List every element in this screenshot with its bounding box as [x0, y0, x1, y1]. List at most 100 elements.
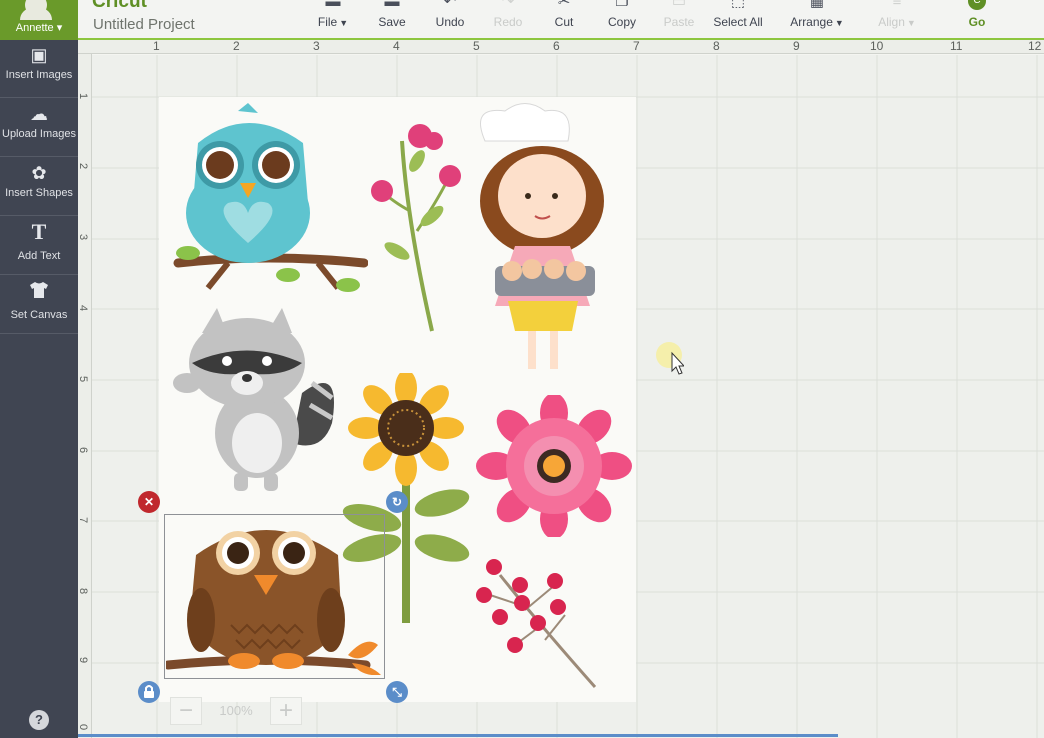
redo-label: Redo	[493, 15, 523, 29]
raccoon-image[interactable]	[172, 303, 347, 493]
user-name: Annette ▾	[15, 22, 63, 34]
chef-girl-with-cupcakes-image[interactable]	[460, 101, 620, 376]
top-toolbar: Annette ▾ Cricut Untitled Project ▬ File…	[0, 0, 1044, 40]
horizontal-ruler: 1 2 3 4 5 6 7 8 9 10 11 12	[78, 39, 1044, 54]
ruler-mark: 4	[77, 304, 90, 312]
ruler-mark: 10	[870, 39, 884, 53]
ruler-mark: 9	[77, 656, 90, 664]
ruler-mark: 8	[713, 39, 720, 53]
lock-icon[interactable]	[138, 681, 160, 703]
ruler-mark: 5	[77, 375, 90, 383]
help-icon[interactable]: ?	[29, 710, 49, 730]
vertical-ruler: 1 2 3 4 5 6 7 8 9 0	[77, 54, 92, 738]
ruler-mark: 6	[77, 446, 90, 454]
file-icon: ▬	[325, 0, 341, 10]
design-canvas[interactable]: ✕ ↻ ⤡	[92, 55, 1044, 738]
redo-button[interactable]: ↷ Redo	[488, 0, 528, 38]
redo-icon: ↷	[501, 0, 515, 10]
bottom-scrollbar[interactable]	[78, 734, 838, 737]
arrange-icon: ▦	[809, 0, 825, 10]
ruler-mark: 12	[1028, 39, 1042, 53]
set-canvas-button[interactable]: Set Canvas	[0, 276, 78, 334]
ruler-mark: 3	[313, 39, 320, 53]
zoom-out-button[interactable]: −	[170, 697, 202, 725]
copy-label: Copy	[607, 15, 636, 29]
insert-images-button[interactable]: ▣ Insert Images	[0, 40, 78, 98]
cut-label: Cut	[554, 15, 574, 29]
shapes-icon: ✿	[31, 163, 47, 183]
zoom-level: 100%	[219, 703, 253, 718]
zoom-in-button[interactable]: +	[270, 697, 302, 725]
align-menu-button[interactable]: ≡ Align ▼	[872, 0, 922, 38]
insert-shapes-label: Insert Shapes	[5, 187, 73, 199]
align-label: Align	[878, 15, 905, 29]
ruler-mark: 0	[77, 723, 90, 731]
ruler-mark: 2	[77, 162, 90, 170]
brand-logo: Cricut	[92, 0, 147, 12]
upload-images-label: Upload Images	[2, 128, 76, 140]
arrange-label: Arrange	[790, 15, 833, 29]
undo-button[interactable]: ↶ Undo	[430, 0, 470, 38]
insert-images-label: Insert Images	[5, 69, 73, 81]
undo-icon: ↶	[443, 0, 457, 10]
ruler-mark: 2	[233, 39, 240, 53]
scissors-icon: ✂	[557, 0, 571, 10]
go-label: Go	[968, 15, 986, 29]
insert-shapes-button[interactable]: ✿ Insert Shapes	[0, 158, 78, 216]
file-menu-button[interactable]: ▬ File ▼	[312, 0, 354, 38]
cloud-upload-icon: ☁	[30, 104, 48, 124]
arrange-menu-button[interactable]: ▦ Arrange ▼	[784, 0, 850, 38]
save-icon: ▬	[384, 0, 400, 10]
shirt-icon	[0, 281, 78, 303]
ruler-mark: 4	[393, 39, 400, 53]
cricut-c-icon: C	[968, 0, 986, 10]
image-icon: ▣	[30, 45, 48, 65]
undo-label: Undo	[435, 15, 465, 29]
pink-daisy-image[interactable]	[474, 395, 634, 537]
chevron-down-icon: ▼	[339, 18, 349, 28]
paste-label: Paste	[663, 15, 695, 29]
ruler-mark: 8	[77, 587, 90, 595]
ruler-mark: 11	[950, 39, 963, 53]
ruler-mark: 7	[77, 516, 90, 524]
set-canvas-label: Set Canvas	[10, 309, 68, 321]
ruler-mark: 1	[153, 39, 160, 53]
save-button[interactable]: ▬ Save	[372, 0, 412, 38]
save-label: Save	[378, 15, 406, 29]
ruler-mark: 1	[77, 92, 90, 100]
ruler-mark: 9	[793, 39, 800, 53]
rotate-icon[interactable]: ↻	[386, 491, 408, 513]
add-text-label: Add Text	[17, 250, 61, 262]
cut-button[interactable]: ✂ Cut	[546, 0, 582, 38]
paste-icon: ▭	[671, 0, 687, 10]
copy-button[interactable]: ❐ Copy	[602, 0, 642, 38]
ruler-mark: 6	[553, 39, 560, 53]
resize-icon[interactable]: ⤡	[386, 681, 408, 703]
left-sidebar: ▣ Insert Images ☁ Upload Images ✿ Insert…	[0, 40, 78, 738]
paste-button[interactable]: ▭ Paste	[658, 0, 700, 38]
select-all-icon: ⬚	[730, 0, 746, 10]
mouse-cursor-icon	[656, 342, 684, 375]
chevron-down-icon: ▼	[906, 18, 916, 28]
copy-icon: ❐	[615, 0, 629, 10]
add-text-button[interactable]: T Add Text	[0, 217, 78, 275]
ruler-mark: 5	[473, 39, 480, 53]
select-all-label: Select All	[713, 15, 763, 29]
zoom-controls: − 100% +	[170, 697, 302, 727]
select-all-button[interactable]: ⬚ Select All	[708, 0, 768, 38]
project-title: Untitled Project	[93, 16, 195, 33]
user-avatar-icon	[20, 0, 52, 20]
selection-bounding-box[interactable]	[164, 514, 385, 679]
user-menu-button[interactable]: Annette ▾	[0, 0, 78, 40]
align-icon: ≡	[892, 0, 902, 10]
text-icon: T	[31, 219, 47, 244]
upload-images-button[interactable]: ☁ Upload Images	[0, 99, 78, 157]
go-button[interactable]: C Go	[960, 0, 994, 38]
ruler-mark: 3	[77, 233, 90, 241]
berry-branch-image[interactable]	[470, 555, 600, 690]
blue-owl-on-branch-image[interactable]	[168, 103, 368, 298]
delete-icon[interactable]: ✕	[138, 491, 160, 513]
ruler-mark: 7	[633, 39, 640, 53]
file-label: File	[317, 15, 338, 29]
chevron-down-icon: ▼	[834, 18, 844, 28]
